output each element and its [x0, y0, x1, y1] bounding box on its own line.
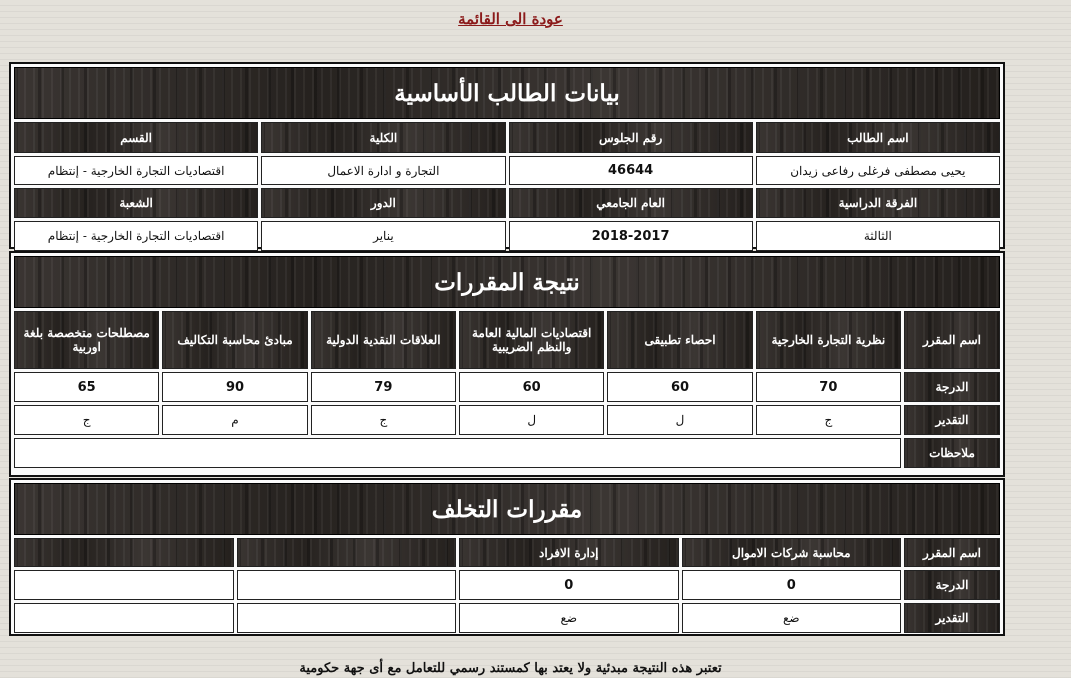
course-grade-2: 60: [607, 372, 753, 402]
header-academic-year-level: الفرقة الدراسية: [755, 188, 1000, 218]
university-year-value: 2018-2017: [508, 221, 753, 251]
notes-label: ملاحظات: [904, 438, 1000, 468]
session-value: يناير: [261, 221, 506, 251]
failed-course-rating-3: [236, 603, 456, 633]
course-grade-4: 79: [310, 372, 457, 402]
disclaimer-note: تعتبر هذه النتيجة مبدئية ولا يعتد بها كم…: [299, 661, 722, 676]
failed-course-name-label: اسم المقرر: [904, 538, 1000, 567]
course-grade-6: 65: [14, 372, 160, 402]
student-info-title: بيانات الطالب الأساسية: [14, 67, 1000, 119]
course-rating-6: ج: [14, 405, 160, 435]
course-name-3: اقتصاديات المالية العامة والنظم الضريبية: [459, 311, 605, 369]
course-rating-3: ل: [459, 405, 605, 435]
failed-course-rating-2: ضع: [459, 603, 679, 633]
course-results-panel: نتيجة المقررات اسم المقرر نظرية التجارة …: [9, 251, 1005, 477]
course-grade-3: 60: [459, 372, 605, 402]
header-session: الدور: [261, 188, 506, 218]
course-rating-1: ج: [755, 405, 901, 435]
failed-course-name-1: محاسبة شركات الاموال: [681, 538, 901, 567]
failed-course-name-2: إدارة الافراد: [459, 538, 679, 567]
header-faculty: الكلية: [261, 122, 506, 153]
failed-course-grade-3: [236, 570, 456, 600]
academic-level-value: الثالثة: [755, 221, 1000, 251]
notes-value: [14, 438, 901, 468]
failed-course-rating-1: ضع: [681, 603, 901, 633]
course-results-table: اسم المقرر نظرية التجارة الخارجية احصاء …: [11, 308, 1003, 471]
failed-course-name-3: [236, 538, 456, 567]
seat-number-value: 46644: [508, 156, 753, 185]
header-student-name: اسم الطالب: [755, 122, 1000, 153]
course-name-6: مصطلحات متخصصة بلغة اوربية: [14, 311, 160, 369]
course-grade-5: 90: [162, 372, 308, 402]
failed-course-grade-2: 0: [459, 570, 679, 600]
course-rating-2: ل: [607, 405, 753, 435]
failed-course-name-4: [14, 538, 234, 567]
course-grade-1: 70: [755, 372, 901, 402]
header-division: الشعبة: [14, 188, 259, 218]
failed-courses-title: مقررات التخلف: [14, 483, 1000, 535]
course-name-4: العلاقات النقدية الدولية: [310, 311, 457, 369]
failed-grade-label: الدرجة: [904, 570, 1000, 600]
header-seat-number: رقم الجلوس: [508, 122, 753, 153]
header-university-year: العام الجامعي: [508, 188, 753, 218]
failed-course-grade-1: 0: [681, 570, 901, 600]
back-to-list-link[interactable]: عودة الى القائمة: [0, 10, 1021, 28]
course-rating-5: م: [162, 405, 308, 435]
failed-rating-label: التقدير: [904, 603, 1000, 633]
course-name-5: مبادئ محاسبة التكاليف: [162, 311, 308, 369]
failed-course-rating-4: [14, 603, 234, 633]
department-value: اقتصاديات التجارة الخارجية - إنتظام: [14, 156, 259, 185]
student-info-table: اسم الطالب رقم الجلوس الكلية القسم يحيى …: [11, 119, 1003, 254]
failed-courses-panel: مقررات التخلف اسم المقرر محاسبة شركات ال…: [9, 478, 1005, 636]
course-rating-4: ج: [310, 405, 457, 435]
failed-courses-table: اسم المقرر محاسبة شركات الاموال إدارة ال…: [11, 535, 1003, 636]
division-value: اقتصاديات التجارة الخارجية - إنتظام: [14, 221, 259, 251]
header-department: القسم: [14, 122, 259, 153]
faculty-value: التجارة و ادارة الاعمال: [261, 156, 506, 185]
student-info-panel: بيانات الطالب الأساسية اسم الطالب رقم ال…: [9, 62, 1005, 251]
grade-label: الدرجة: [904, 372, 1000, 402]
course-results-title: نتيجة المقررات: [14, 256, 1000, 308]
rating-label: التقدير: [904, 405, 1000, 435]
student-name-value: يحيى مصطفى فرغلى رفاعى زيدان: [755, 156, 1000, 185]
course-name-label: اسم المقرر: [904, 311, 1000, 369]
course-name-2: احصاء تطبيقى: [607, 311, 753, 369]
course-name-1: نظرية التجارة الخارجية: [755, 311, 901, 369]
failed-course-grade-4: [14, 570, 234, 600]
